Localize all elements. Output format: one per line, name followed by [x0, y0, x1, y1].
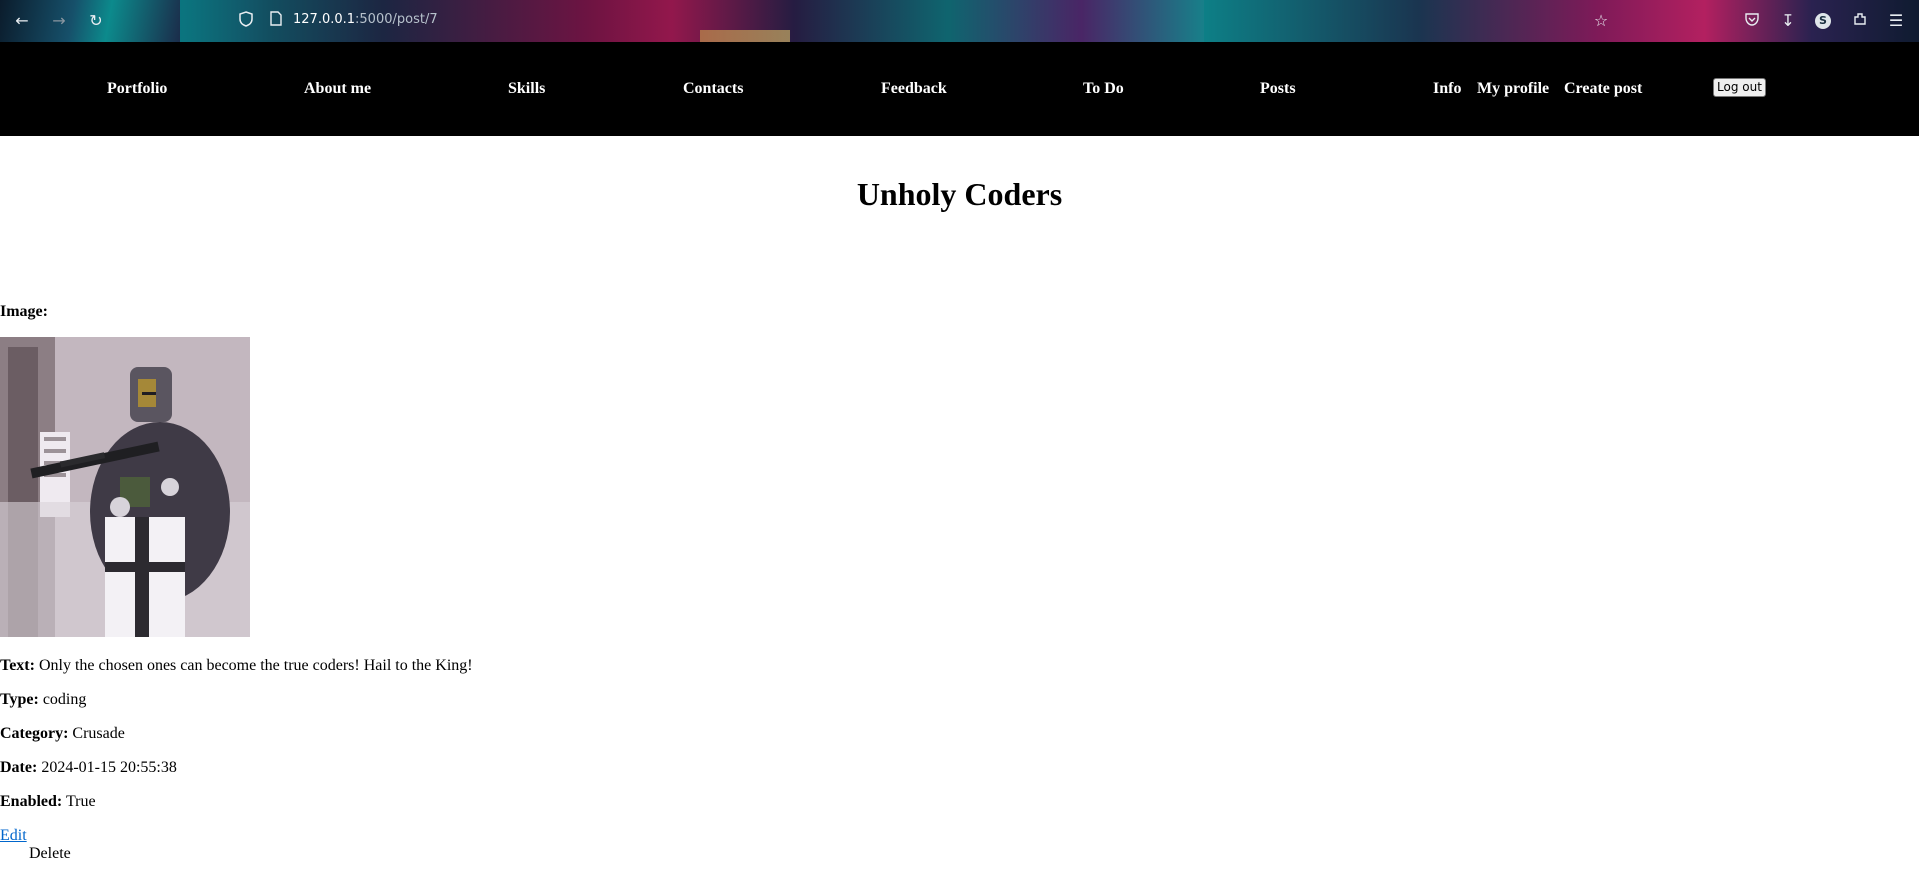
category-label: Category: [0, 725, 69, 742]
downloads-icon[interactable]: ↧ [1778, 11, 1798, 31]
url-path: :5000/post/7 [355, 12, 438, 27]
menu-icon[interactable]: ☰ [1886, 11, 1906, 31]
type-value: coding [42, 691, 87, 708]
category-value: Crusade [72, 725, 125, 742]
back-icon[interactable]: ← [12, 11, 32, 31]
nav-my-profile[interactable]: My profile [1477, 80, 1549, 98]
shield-icon[interactable] [236, 11, 256, 31]
category-field: Category: Crusade [0, 725, 125, 743]
page-icon[interactable] [266, 11, 286, 31]
text-value: Only the chosen ones can become the true… [38, 657, 473, 674]
type-label: Type: [0, 691, 39, 708]
theme-art-glint [700, 30, 790, 42]
extensions-icon[interactable] [1850, 11, 1870, 31]
url-host: 127.0.0.1 [293, 12, 356, 27]
text-field: Text: Only the chosen ones can become th… [0, 657, 473, 675]
nav-to-do[interactable]: To Do [1083, 80, 1124, 98]
date-label: Date: [0, 759, 38, 776]
date-value: 2024-01-15 20:55:38 [41, 759, 177, 776]
forward-icon[interactable]: → [49, 11, 69, 31]
type-field: Type: coding [0, 691, 86, 709]
enabled-field: Enabled: True [0, 793, 96, 811]
enabled-value: True [65, 793, 96, 810]
nav-about-me[interactable]: About me [304, 80, 371, 98]
browser-toolbar: ← → ↻ 127.0.0.1:5000/post/7 ☆ ↧ S ☰ [0, 0, 1919, 42]
account-avatar[interactable]: S [1815, 13, 1831, 29]
reload-icon[interactable]: ↻ [86, 11, 106, 31]
edit-row: Edit [0, 827, 27, 845]
enabled-label: Enabled: [0, 793, 63, 810]
nav-posts[interactable]: Posts [1260, 80, 1296, 98]
address-bar[interactable]: 127.0.0.1:5000/post/7 [293, 12, 438, 27]
logout-button[interactable]: Log out [1713, 78, 1766, 97]
delete-button[interactable]: Delete [29, 845, 71, 863]
nav-portfolio[interactable]: Portfolio [107, 80, 167, 98]
theme-art-right [1204, 0, 1919, 42]
text-label: Text: [0, 657, 35, 674]
bookmark-star-icon[interactable]: ☆ [1591, 11, 1611, 31]
date-field: Date: 2024-01-15 20:55:38 [0, 759, 177, 777]
pocket-icon[interactable] [1742, 11, 1762, 31]
page-title: Unholy Coders [856, 176, 1063, 212]
nav-contacts[interactable]: Contacts [683, 80, 743, 98]
nav-skills[interactable]: Skills [508, 80, 545, 98]
image-field: Image: [0, 303, 48, 321]
image-label: Image: [0, 303, 48, 320]
site-navbar: Portfolio About me Skills Contacts Feedb… [0, 42, 1919, 136]
nav-create-post[interactable]: Create post [1564, 80, 1642, 98]
nav-info[interactable]: Info [1433, 80, 1461, 98]
post-image [0, 337, 250, 637]
nav-feedback[interactable]: Feedback [881, 80, 947, 98]
edit-link[interactable]: Edit [0, 827, 27, 844]
